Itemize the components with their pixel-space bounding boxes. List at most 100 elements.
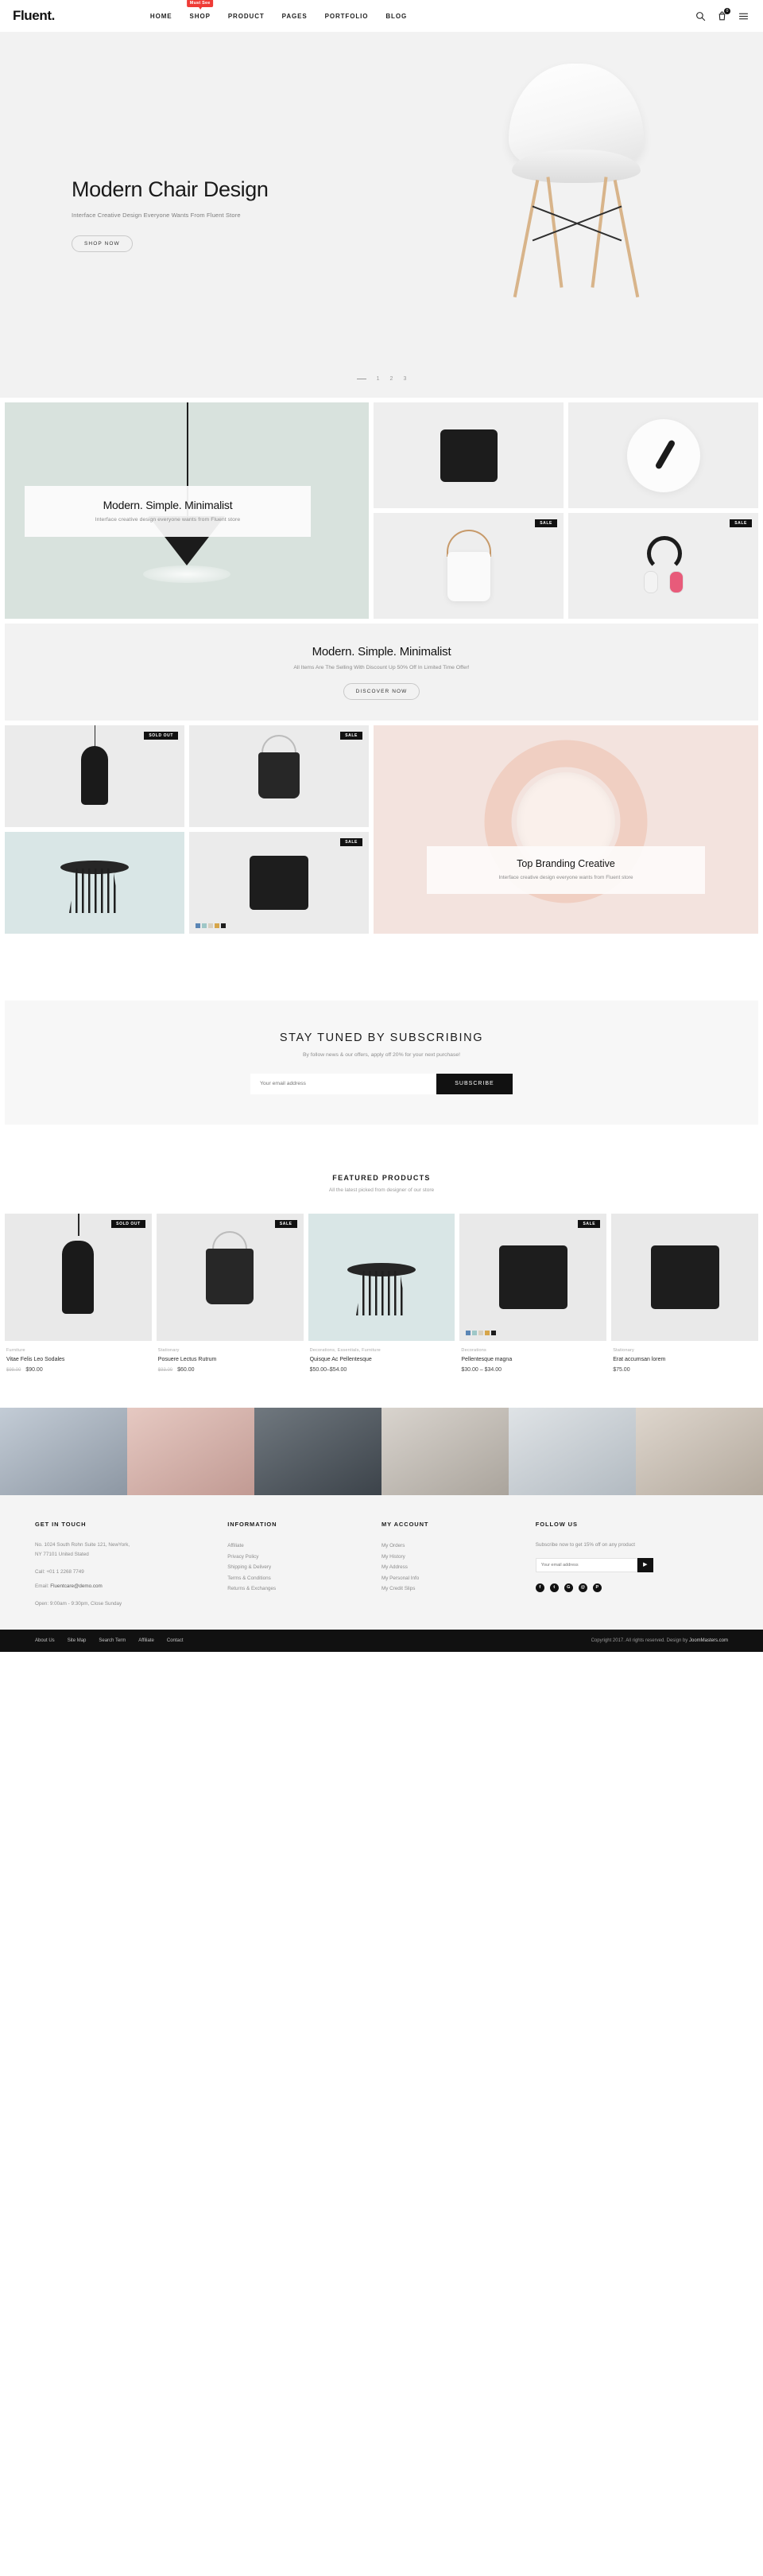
nav-item-home[interactable]: HOME: [150, 10, 172, 23]
instagram-photo[interactable]: [0, 1408, 127, 1495]
hero-slide-1[interactable]: 1: [377, 376, 380, 382]
nav-item-shop[interactable]: Must See SHOP: [186, 0, 214, 23]
product-image[interactable]: SALE: [459, 1214, 607, 1341]
product-card[interactable]: Decorations, Essentials, Furniture Quisq…: [308, 1214, 455, 1373]
category-overlay-card: Modern. Simple. Minimalist Interface cre…: [25, 486, 311, 537]
google-plus-icon[interactable]: G: [564, 1583, 573, 1592]
swatch-sand[interactable]: [478, 1331, 484, 1335]
showcase-tile-cushion[interactable]: SALE: [189, 832, 369, 934]
bottom-link-site-map[interactable]: Site Map: [68, 1638, 87, 1643]
nav-label: PRODUCT: [227, 12, 265, 20]
footer-subscribe-form: ▶: [535, 1557, 653, 1572]
showcase-tile-stool[interactable]: [5, 832, 184, 934]
swatch-blue[interactable]: [466, 1331, 471, 1335]
color-swatches[interactable]: [466, 1331, 497, 1335]
footer-email-input[interactable]: [535, 1557, 637, 1572]
product-name[interactable]: Pellentesque magna: [461, 1357, 605, 1362]
product-image[interactable]: SALE: [156, 1214, 304, 1341]
category-tile-headphones[interactable]: SALE: [568, 513, 758, 619]
category-tile-bucket[interactable]: SALE: [374, 513, 564, 619]
hero-slide-2[interactable]: 2: [390, 376, 393, 382]
footer-link-my-credit-slips[interactable]: My Credit Slips: [382, 1583, 536, 1595]
nav-item-pages[interactable]: PAGES: [282, 10, 308, 23]
swatch-black[interactable]: [221, 923, 226, 928]
footer-link-shipping-delivery[interactable]: Shipping & Delivery: [227, 1562, 382, 1573]
swatch-gold[interactable]: [485, 1331, 490, 1335]
instagram-icon[interactable]: @: [578, 1583, 587, 1592]
instagram-photo[interactable]: [254, 1408, 382, 1495]
nav-badge-must-see: Must See: [186, 0, 214, 10]
product-meta: Stationary Posuere Lectus Rutrum $93.00 …: [157, 1341, 304, 1373]
nav-item-portfolio[interactable]: PORTFOLIO: [325, 10, 369, 23]
footer-link-my-personal-info[interactable]: My Personal Info: [382, 1573, 536, 1584]
product-card[interactable]: SALE Stationary Posuere Lectus Rutrum $9…: [156, 1214, 304, 1373]
category-overlay-subtitle: Interface creative design everyone wants…: [95, 517, 241, 523]
cart-icon[interactable]: 0: [717, 7, 730, 21]
product-image[interactable]: [308, 1214, 455, 1341]
swatch-black[interactable]: [491, 1331, 497, 1335]
footer-heading-follow: FOLLOW US: [535, 1521, 578, 1528]
hero-shop-now-button[interactable]: SHOP NOW: [72, 235, 133, 252]
product-card[interactable]: Stationary Erat accumsan lorem $75.00: [611, 1214, 758, 1373]
swatch-mint[interactable]: [472, 1331, 478, 1335]
footer-link-terms-conditions[interactable]: Terms & Conditions: [227, 1573, 382, 1584]
product-name[interactable]: Quisque Ac Pellentesque: [310, 1357, 454, 1362]
footer-email-value[interactable]: Fluentcare@demo.com: [50, 1583, 103, 1589]
hero-slide-3[interactable]: 3: [403, 376, 406, 382]
bag-icon: [258, 752, 300, 798]
instagram-photo[interactable]: [127, 1408, 254, 1495]
footer-link-my-address[interactable]: My Address: [382, 1562, 536, 1573]
footer-subscribe-button[interactable]: ▶: [637, 1557, 653, 1572]
product-new-price: $30.00 – $34.00: [461, 1367, 502, 1373]
footer-link-my-orders[interactable]: My Orders: [382, 1541, 536, 1552]
category-tile-clock[interactable]: [568, 402, 758, 508]
newsletter-subscribe-button[interactable]: SUBSCRIBE: [436, 1073, 513, 1094]
swatch-sand[interactable]: [208, 923, 213, 928]
branding-feature-tile[interactable]: Top Branding Creative Interface creative…: [374, 725, 758, 934]
footer-link-privacy-policy[interactable]: Privacy Policy: [227, 1552, 382, 1563]
nav-item-blog[interactable]: BLOG: [385, 10, 407, 23]
footer-heading-information: INFORMATION: [227, 1521, 277, 1528]
search-icon[interactable]: [695, 11, 706, 21]
swatch-mint[interactable]: [202, 923, 207, 928]
twitter-icon[interactable]: t: [549, 1583, 559, 1592]
product-image[interactable]: SOLD OUT: [5, 1214, 152, 1341]
bottom-link-affiliate[interactable]: Affiliate: [138, 1638, 154, 1643]
product-name[interactable]: Posuere Lectus Rutrum: [158, 1357, 302, 1362]
bottom-link-search-term[interactable]: Search Term: [99, 1638, 126, 1643]
footer-link-my-history[interactable]: My History: [382, 1552, 536, 1563]
instagram-photo[interactable]: [382, 1408, 509, 1495]
featured-products-section: FEATURED PRODUCTS All the latest picked …: [0, 1125, 763, 1373]
category-tile-pillow[interactable]: [374, 402, 564, 508]
headphones-icon: [641, 535, 687, 596]
showcase-tiles: SOLD OUT SALE SALE: [5, 725, 369, 934]
instagram-photo[interactable]: [509, 1408, 636, 1495]
swatch-gold[interactable]: [215, 923, 219, 928]
product-new-price: $75.00: [613, 1367, 630, 1373]
footer-link-returns-exchanges[interactable]: Returns & Exchanges: [227, 1583, 382, 1595]
color-swatches[interactable]: [196, 923, 226, 928]
newsletter-email-input[interactable]: [250, 1073, 436, 1094]
bottom-link-about-us[interactable]: About Us: [35, 1638, 55, 1643]
pinterest-icon[interactable]: P: [592, 1583, 602, 1592]
copyright-brand[interactable]: JoomMasters.com: [689, 1638, 728, 1643]
instagram-photo[interactable]: [636, 1408, 763, 1495]
product-name[interactable]: Vitae Felis Leo Sodales: [6, 1357, 150, 1362]
showcase-tile-lamp[interactable]: SOLD OUT: [5, 725, 184, 827]
facebook-icon[interactable]: f: [535, 1583, 544, 1592]
footer-link-affiliate[interactable]: Affiliate: [227, 1541, 382, 1552]
product-card[interactable]: SALE Decorations Pellentesque magna $30.…: [459, 1214, 607, 1373]
site-logo[interactable]: Fluent.: [13, 8, 55, 24]
swatch-blue[interactable]: [196, 923, 200, 928]
nav-label: PORTFOLIO: [324, 12, 369, 20]
category-feature-tile[interactable]: Modern. Simple. Minimalist Interface cre…: [5, 402, 369, 619]
showcase-tile-bag[interactable]: SALE: [189, 725, 369, 827]
hamburger-menu-icon[interactable]: [738, 11, 749, 21]
bottom-link-contact[interactable]: Contact: [167, 1638, 184, 1643]
nav-item-product[interactable]: PRODUCT: [228, 10, 265, 23]
product-image[interactable]: [611, 1214, 758, 1341]
featured-subtitle: All the latest picked from designer of o…: [328, 1187, 435, 1193]
product-name[interactable]: Erat accumsan lorem: [613, 1357, 757, 1362]
discover-now-button[interactable]: DISCOVER NOW: [343, 682, 420, 700]
product-card[interactable]: SOLD OUT Furniture Vitae Felis Leo Sodal…: [5, 1214, 152, 1373]
